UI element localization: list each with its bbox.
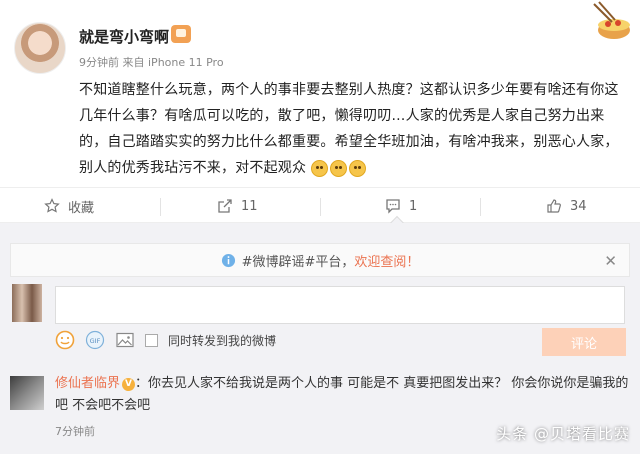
star-icon bbox=[44, 198, 60, 213]
forward-count: 11 bbox=[241, 198, 258, 214]
post-time[interactable]: 9分钟前 bbox=[79, 56, 119, 69]
my-avatar bbox=[12, 284, 42, 322]
comment-section: #微博辟谣#平台， 欢迎查阅！ ✕ GIF 同时转发到我的微博 评论 修仙者临界… bbox=[0, 223, 640, 454]
emoji-picker-icon[interactable] bbox=[55, 330, 75, 350]
forward-icon bbox=[218, 199, 232, 213]
comment-body: ：你去见人家不给我说是两个人的事 可能是不 真要把图发出来？ 你会你说你是骗我的… bbox=[55, 376, 629, 413]
post-text: 不知道瞎整什么玩意，两个人的事非要去整别人热度？这都认识多少年要有啥还有你这几年… bbox=[79, 77, 619, 181]
forward-option-label: 同时转发到我的微博 bbox=[168, 333, 277, 348]
divider bbox=[160, 198, 161, 216]
commenter-avatar[interactable] bbox=[10, 376, 44, 410]
source-prefix: 来自 bbox=[122, 56, 145, 69]
food-bowl-decoration-icon bbox=[593, 1, 630, 39]
comment-icon bbox=[386, 199, 400, 214]
commenter-username[interactable]: 修仙者临界 bbox=[55, 376, 120, 391]
info-icon bbox=[221, 253, 235, 267]
comment-tools: GIF 同时转发到我的微博 bbox=[55, 328, 276, 352]
laugh-cry-emoji-icon bbox=[329, 159, 347, 177]
post-action-bar: 收藏 11 1 34 bbox=[0, 187, 640, 223]
comment-text: 修仙者临界 V ：你去见人家不给我说是两个人的事 可能是不 真要把图发出来？ 你会你… bbox=[55, 373, 630, 417]
notice-text: #微博辟谣#平台， bbox=[241, 254, 355, 270]
divider bbox=[480, 198, 481, 216]
comment-input[interactable] bbox=[55, 286, 625, 324]
author-avatar[interactable] bbox=[14, 22, 66, 74]
author-username[interactable]: 就是弯小弯啊 bbox=[79, 26, 169, 47]
notice-link[interactable]: 欢迎查阅！ bbox=[354, 251, 419, 270]
weibo-post: 就是弯小弯啊 9分钟前 来自 iPhone 11 Pro 不知道瞎整什么玩意，两… bbox=[0, 0, 640, 183]
verified-badge-icon: V bbox=[122, 378, 136, 391]
favorite-label: 收藏 bbox=[68, 200, 95, 216]
thumbs-up-icon bbox=[547, 199, 561, 213]
watermark: 头条 @贝塔看比赛 bbox=[496, 425, 630, 443]
laugh-cry-emoji-icon bbox=[310, 159, 328, 177]
like-button[interactable]: 34 bbox=[546, 188, 587, 224]
forward-button[interactable]: 11 bbox=[217, 188, 258, 224]
close-icon[interactable]: ✕ bbox=[604, 252, 617, 270]
member-badge-icon bbox=[171, 25, 191, 43]
forward-checkbox[interactable] bbox=[145, 333, 158, 347]
post-meta: 9分钟前 来自 iPhone 11 Pro bbox=[79, 54, 224, 70]
submit-comment-button[interactable]: 评论 bbox=[542, 328, 626, 356]
favorite-button[interactable]: 收藏 bbox=[44, 188, 94, 224]
gif-icon[interactable]: GIF bbox=[85, 330, 105, 350]
emoji-group bbox=[310, 159, 366, 177]
post-source: iPhone 11 Pro bbox=[148, 56, 224, 69]
image-icon[interactable] bbox=[115, 330, 135, 350]
rumor-notice: #微博辟谣#平台， 欢迎查阅！ ✕ bbox=[10, 243, 630, 277]
like-count: 34 bbox=[570, 198, 587, 214]
comment-button[interactable]: 1 bbox=[385, 188, 417, 224]
laugh-cry-emoji-icon bbox=[348, 159, 366, 177]
comment-count: 1 bbox=[409, 198, 418, 214]
svg-text:GIF: GIF bbox=[90, 337, 101, 345]
divider bbox=[320, 198, 321, 216]
comment-time: 7分钟前 bbox=[55, 425, 95, 438]
